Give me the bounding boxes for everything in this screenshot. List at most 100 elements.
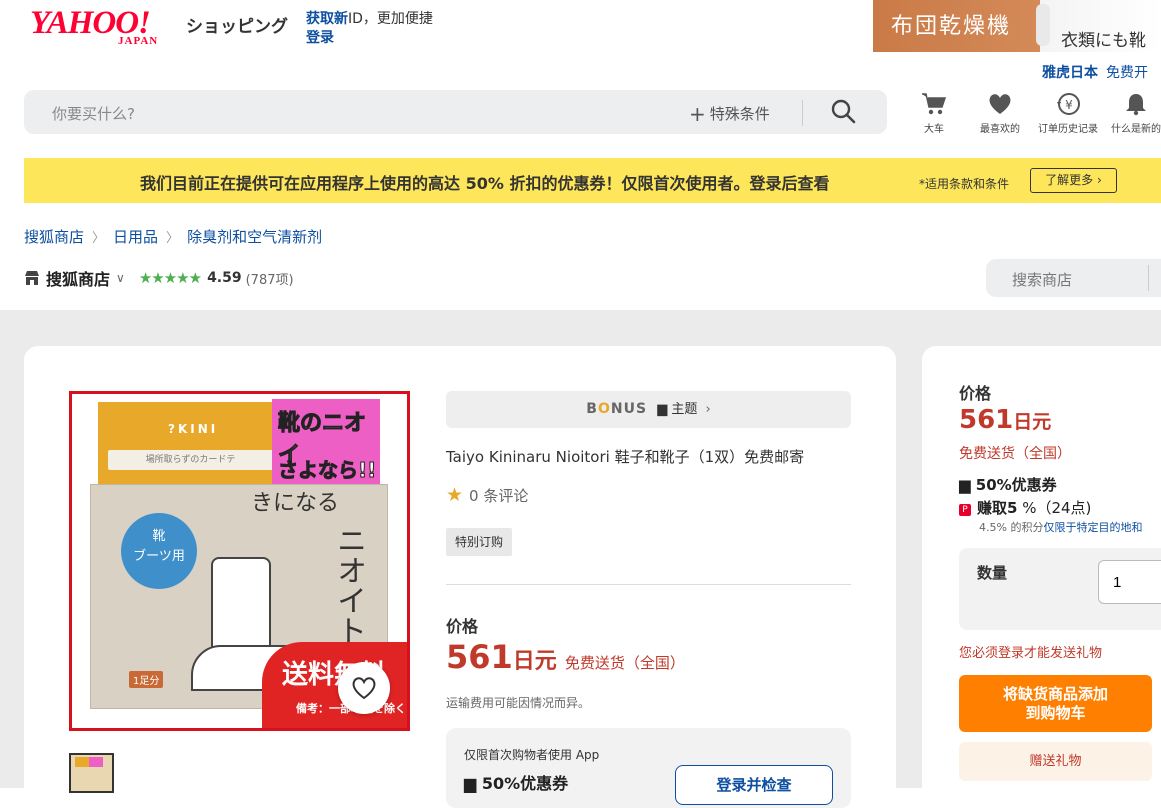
gift-login-note: 您必须登录才能发送礼物 (959, 646, 1103, 661)
coupon-icon: ▆ (959, 476, 976, 494)
product-title: Taiyo Kininaru Nioitori 鞋子和靴子（1双）免费邮寄 (446, 448, 805, 466)
image-boot-text-1: 靴 (152, 529, 166, 544)
add-to-cart-button[interactable]: 将缺货商品添加 到购物车 (959, 675, 1152, 732)
send-gift-button[interactable]: 赠送礼物 (959, 742, 1152, 781)
breadcrumb: 搜狐商店〉日用品〉除臭剂和空气清新剂 (24, 226, 322, 247)
order-history-link[interactable]: ¥ 订单历史记录 (1033, 92, 1103, 135)
ad-text-secondary: 衣類にも靴 (1061, 31, 1146, 50)
divider (446, 584, 851, 585)
image-one-pair-badge: 1足分 (129, 671, 164, 688)
coupon-title: ▆ 50%优惠券 (464, 774, 569, 793)
store-info-row: 搜狐商店 ∨ ★★★★★ 4.59 (787项) (24, 266, 294, 290)
chevron-right-icon: › (1097, 173, 1102, 187)
paypay-points-icon: P (959, 504, 971, 516)
search-bar[interactable]: 你要买什么? + 特殊条件 (24, 90, 887, 134)
side-price: 561日元 (959, 405, 1051, 435)
image-kininaru-text: きになる (251, 491, 340, 516)
favorites-label: 最喜欢的 (980, 124, 1020, 135)
heart-outline-icon (352, 677, 376, 700)
image-card-text: 場所取らずのカードテ (108, 450, 273, 470)
login-prompt: 获取新ID，更加便捷 登录 (306, 10, 433, 48)
thumbnail-card (75, 757, 89, 767)
svg-text:¥: ¥ (1065, 98, 1073, 112)
store-rating: 4.59 (207, 270, 242, 286)
image-boot-text-2: ブーツ用 (133, 549, 185, 564)
image-pink-label: 靴のニオイ さよなら!! (272, 399, 380, 489)
bonus-topic-bar[interactable]: BONUS ▆ 主题 › (446, 391, 851, 428)
yahoo-logo[interactable]: YAHOO! JAPAN (30, 5, 182, 48)
free-open-link[interactable]: 免费开 (1106, 65, 1148, 81)
yahoo-links: 雅虎日本 免费开 (1042, 62, 1156, 82)
learn-more-label: 了解更多 (1045, 173, 1094, 187)
login-link[interactable]: 登录 (306, 30, 334, 46)
cart-button-line-2: 到购物车 (1025, 704, 1086, 722)
logo-sub-text: JAPAN (118, 35, 159, 47)
whats-new-link[interactable]: 什么是新的 (1101, 92, 1161, 135)
order-history-label: 订单历史记录 (1038, 124, 1098, 135)
chevron-right-icon: › (705, 402, 711, 417)
cart-button-line-1: 将缺货商品添加 (1002, 685, 1108, 703)
store-search-divider (1148, 265, 1149, 291)
promo-text: 我们目前正在提供可在应用程序上使用的高达 50% 折扣的优惠券！仅限首次使用者。… (140, 174, 830, 193)
side-free-shipping: 免费送货（全国） (959, 446, 1071, 462)
yahoo-japan-link[interactable]: 雅虎日本 (1042, 65, 1098, 81)
breadcrumb-item-daily-goods[interactable]: 日用品 (113, 228, 158, 246)
plus-icon: + (689, 102, 706, 126)
logo-main-text: YAHOO! (30, 5, 151, 41)
side-price-number: 561 (959, 405, 1014, 435)
special-conditions-label: 特殊条件 (709, 105, 770, 123)
store-icon (25, 271, 39, 285)
product-price: 561日元 免费送货（全国） (446, 638, 685, 676)
side-coupon[interactable]: ▆ 50%优惠券 (959, 474, 1057, 495)
search-input[interactable]: 你要买什么? (52, 103, 135, 124)
image-kini-text: ?KINI (168, 422, 219, 436)
side-points-detail: 4.5% 的积分仅限于特定目的地和 (979, 519, 1142, 535)
review-summary[interactable]: ★ 0 条评论 (446, 484, 528, 506)
image-top-card: ?KINI 場所取らずのカードテ (98, 402, 283, 484)
promo-note[interactable]: *适用条款和条件 (919, 175, 1009, 192)
search-button[interactable] (830, 98, 858, 126)
favorites-link[interactable]: 最喜欢的 (965, 92, 1035, 135)
quantity-box: 数量 (959, 548, 1161, 630)
quantity-label: 数量 (977, 564, 1008, 582)
coupon-icon: ▆ (464, 774, 482, 793)
breadcrumb-item-deodorant[interactable]: 除臭剂和空气清新剂 (187, 228, 322, 246)
free-shipping-text: 免费送货（全国） (564, 654, 685, 672)
image-pink-text-2: さよなら!! (277, 458, 377, 483)
login-prompt-text: ID，更加便捷 (348, 11, 433, 27)
image-boot-circle: 靴ブーツ用 (121, 513, 197, 589)
login-check-button[interactable]: 登录并检查 (675, 765, 833, 805)
side-price-unit: 日元 (1013, 411, 1052, 433)
breadcrumb-item-store[interactable]: 搜狐商店 (24, 228, 84, 246)
bonus-logo: BONUS (586, 401, 648, 417)
store-search-placeholder: 搜索商店 (1012, 271, 1073, 289)
search-icon (831, 99, 856, 124)
store-search-input[interactable]: 搜索商店 (986, 259, 1161, 297)
order-history-icon: ¥ (1057, 93, 1080, 115)
price-label: 价格 (446, 617, 479, 636)
price-number: 561 (446, 638, 513, 676)
bell-icon (1126, 94, 1146, 116)
cart-link[interactable]: 大车 (899, 92, 969, 135)
favorite-button[interactable] (338, 662, 390, 714)
quantity-input[interactable] (1098, 560, 1161, 604)
side-price-label: 价格 (959, 384, 992, 403)
cart-label: 大车 (924, 124, 944, 135)
ad-banner[interactable]: 布団乾燥機 衣類にも靴 (873, 0, 1161, 52)
store-rating-count[interactable]: (787项) (246, 269, 294, 288)
store-name[interactable]: 搜狐商店 (46, 266, 110, 290)
special-conditions-button[interactable]: + 特殊条件 (689, 102, 770, 126)
points-link[interactable]: 仅限于特定目的地和 (1043, 521, 1142, 534)
review-count: 0 条评论 (469, 487, 529, 505)
points-text: 4.5% 的积分 (979, 521, 1044, 534)
chevron-down-icon[interactable]: ∨ (116, 271, 125, 285)
rating-stars: ★★★★★ (138, 269, 202, 287)
shopping-title[interactable]: ショッピング (186, 12, 288, 37)
get-id-link[interactable]: 获取新 (306, 11, 348, 27)
thumbnail-label (89, 757, 103, 767)
learn-more-button[interactable]: 了解更多 › (1030, 168, 1117, 193)
chevron-right-icon: 〉 (92, 231, 106, 246)
ad-product-image (1036, 4, 1050, 46)
product-thumbnail[interactable] (69, 753, 114, 793)
promo-banner: 我们目前正在提供可在应用程序上使用的高达 50% 折扣的优惠券！仅限首次使用者。… (24, 158, 1161, 203)
